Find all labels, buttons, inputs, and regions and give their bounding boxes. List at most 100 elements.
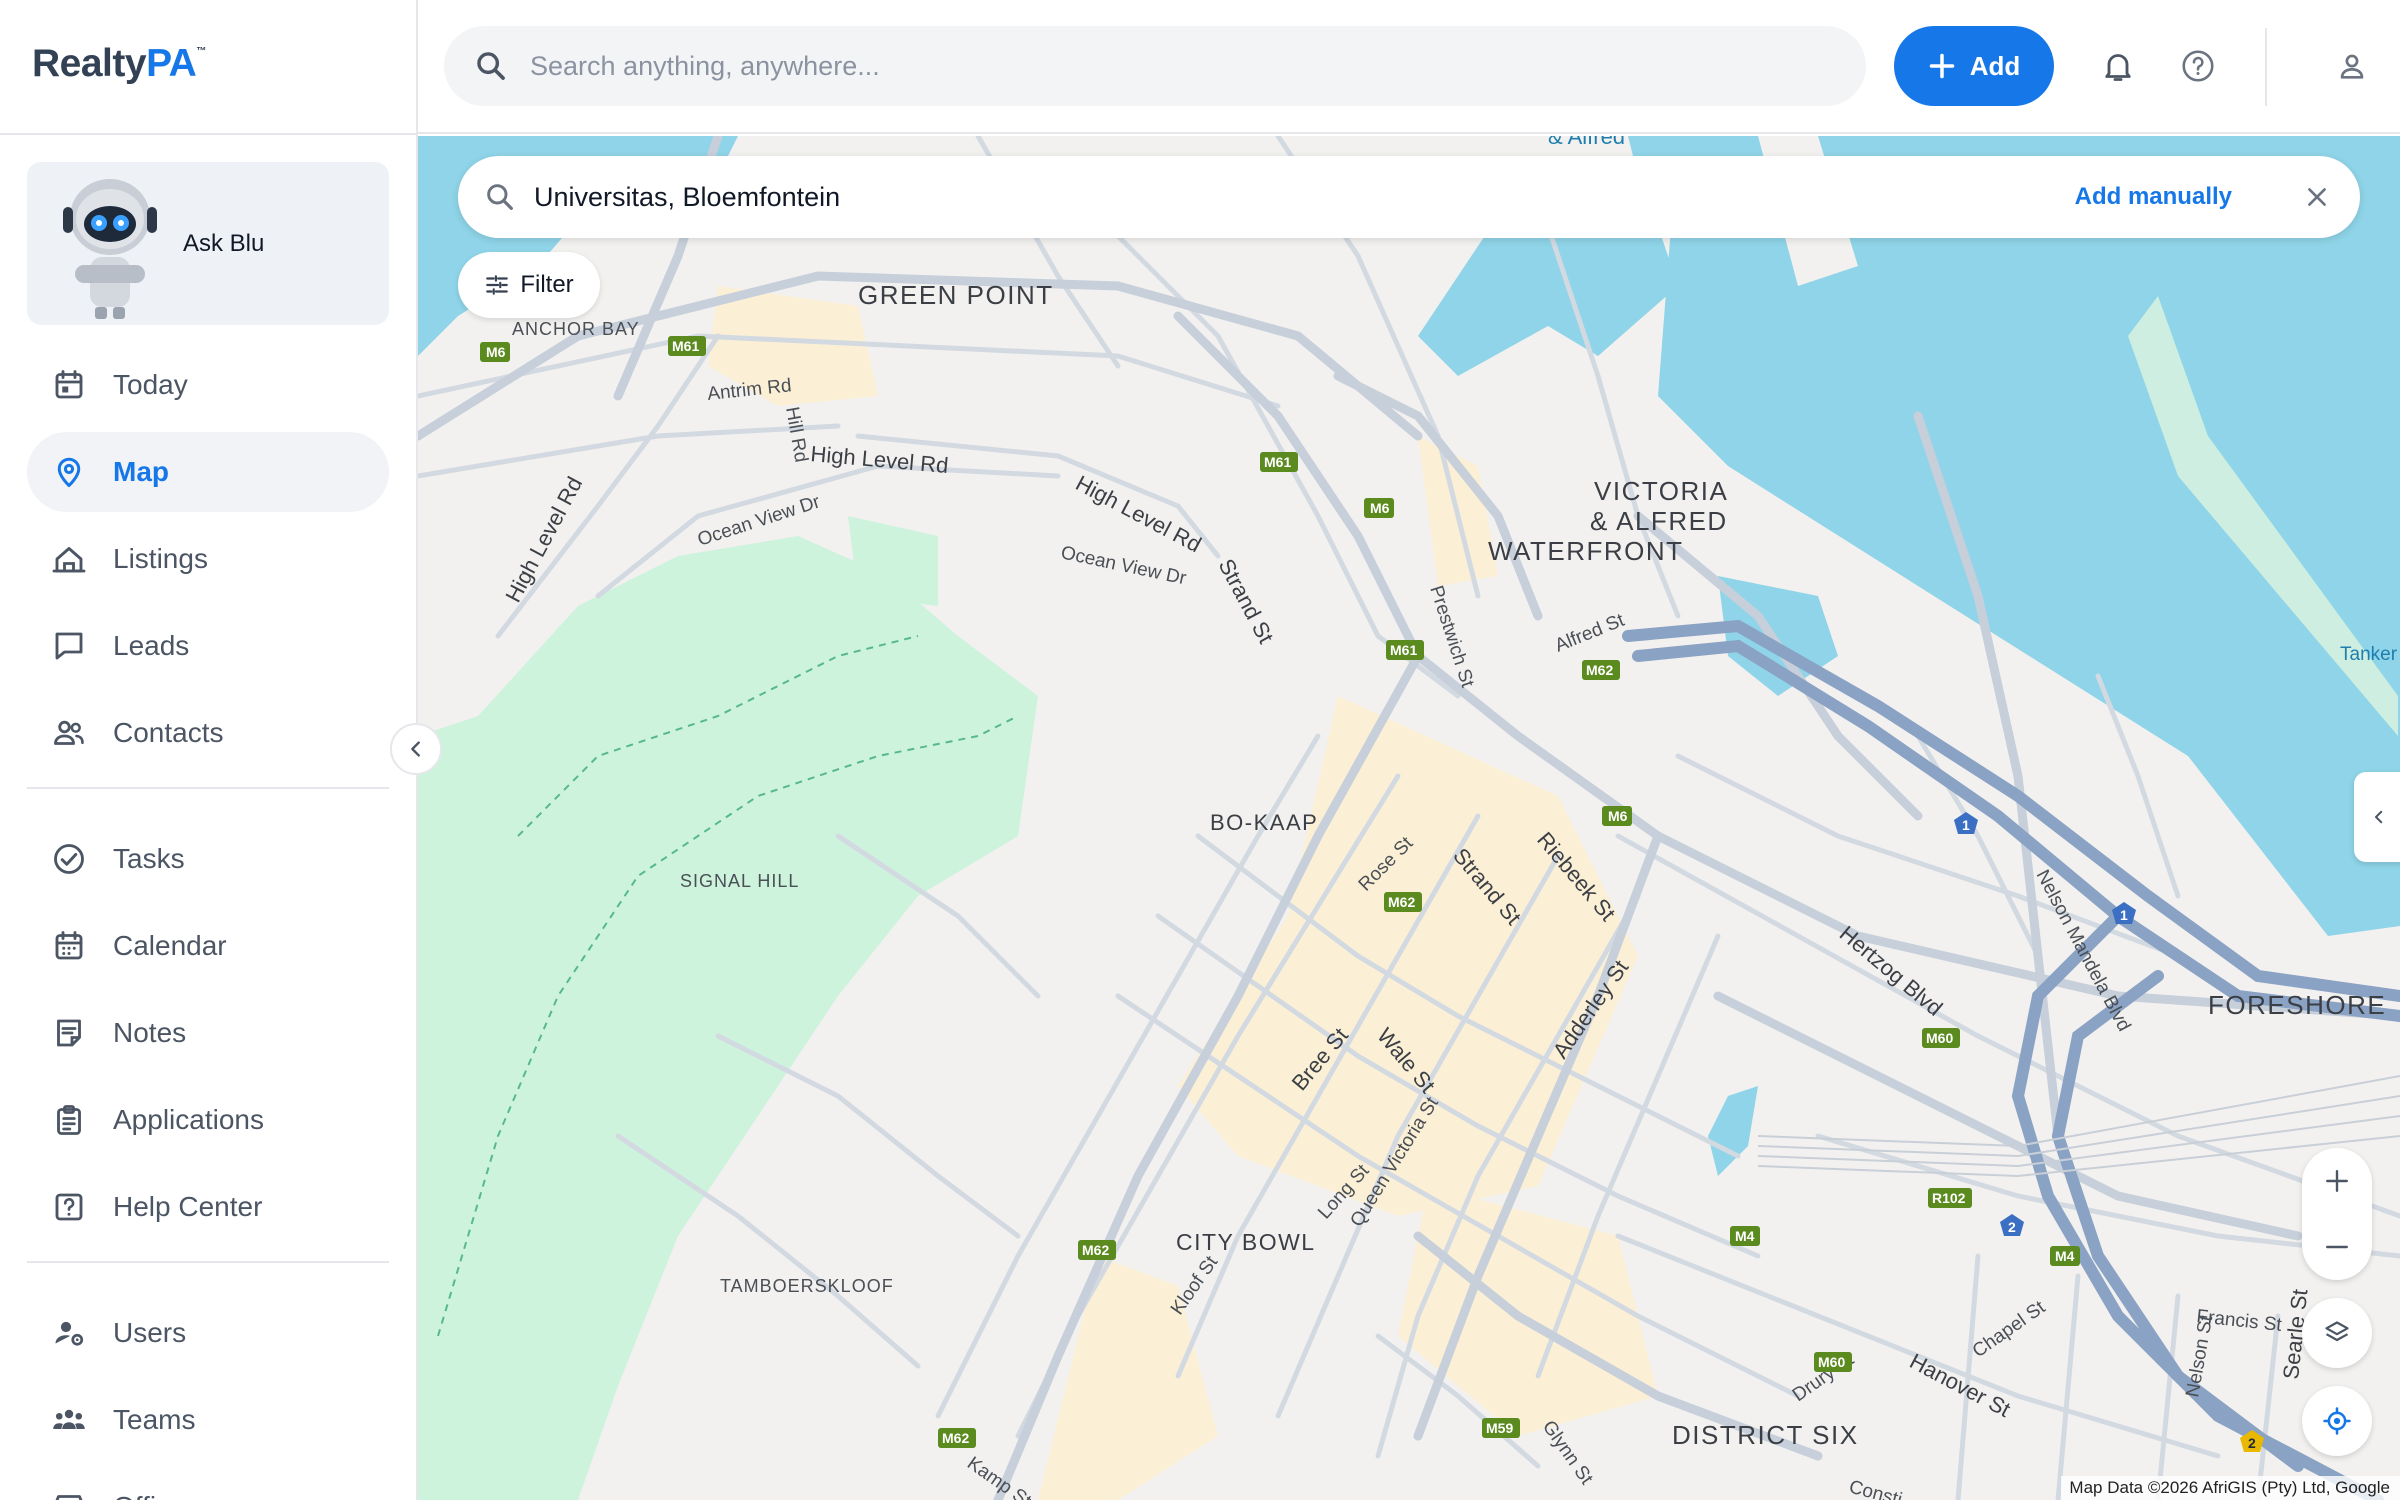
svg-text:2: 2: [2248, 1435, 2256, 1451]
map-label-va-3: WATERFRONT: [1488, 536, 1684, 566]
calendar-today-icon: [49, 365, 89, 405]
sidebar: RealtyPA™ Ask Blu Today Map Listings Lea…: [0, 0, 418, 1500]
blu-robot-avatar: [55, 169, 165, 319]
realtypa-logo[interactable]: RealtyPA™: [32, 42, 206, 86]
map-label-va-2: & ALFRED: [1590, 506, 1728, 536]
sidebar-item-label: Tasks: [113, 843, 185, 874]
sidebar-item-label: Listings: [113, 543, 208, 574]
svg-text:2: 2: [2008, 1219, 2016, 1235]
sidebar-item-label: Map: [113, 456, 169, 487]
shield-m60-b: M60: [1814, 1352, 1852, 1372]
ask-blu-card[interactable]: Ask Blu: [27, 162, 389, 325]
sidebar-item-label: Leads: [113, 630, 190, 661]
sidebar-item-map[interactable]: Map: [27, 432, 389, 512]
chat-bubble-icon: [49, 626, 89, 666]
listings-house-icon: [49, 539, 89, 579]
location-search-input[interactable]: Universitas, Bloemfontein Add manually: [458, 156, 2360, 238]
map-label-green-point: GREEN POINT: [858, 280, 1054, 310]
sidebar-item-label: Applications: [113, 1104, 264, 1135]
shield-m60-a: M60: [1922, 1028, 1960, 1048]
contacts-icon: [49, 713, 89, 753]
shield-n1-a: 1: [1954, 812, 1978, 834]
shield-m62-b: M62: [1384, 892, 1422, 912]
road-label-glynn: Glynn St: [1538, 1417, 1597, 1489]
filter-button[interactable]: Filter: [458, 252, 600, 318]
sidebar-item-applications[interactable]: Applications: [27, 1080, 389, 1160]
zoom-in-button[interactable]: [2302, 1148, 2372, 1214]
app-root: RealtyPA™ Ask Blu Today Map Listings Lea…: [0, 0, 2400, 1500]
sidebar-item-users[interactable]: Users: [27, 1293, 389, 1373]
sidebar-item-contacts[interactable]: Contacts: [27, 693, 389, 773]
map-label-city-bowl: CITY BOWL: [1176, 1229, 1316, 1255]
road-label-kamp: Kamp St: [963, 1453, 1035, 1500]
sidebar-item-label: Notes: [113, 1017, 187, 1048]
teams-icon: [49, 1400, 89, 1440]
sidebar-item-teams[interactable]: Teams: [27, 1380, 389, 1460]
logo-main: Realty: [32, 42, 147, 85]
canal-water: [1708, 1086, 1758, 1176]
svg-text:M60: M60: [1818, 1354, 1845, 1370]
add-button-label: Add: [1969, 50, 2021, 81]
expand-panel-button[interactable]: [2354, 772, 2400, 862]
crosshair-location-icon: [2323, 1407, 2351, 1435]
add-button[interactable]: Add: [1894, 26, 2054, 106]
zoom-out-button[interactable]: [2302, 1214, 2372, 1280]
shield-m61-c: M61: [1386, 640, 1424, 660]
notes-icon: [49, 1013, 89, 1053]
global-search-input[interactable]: Search anything, anywhere...: [444, 26, 1866, 106]
filter-label: Filter: [520, 271, 574, 298]
map-label-va-1: VICTORIA: [1594, 476, 1728, 506]
svg-text:1: 1: [1962, 817, 1970, 833]
road-label-chapel: Chapel St: [1969, 1297, 2050, 1362]
map-label-tamboerskloof: TAMBOERSKLOOF: [720, 1276, 894, 1296]
road-label-hill: Hill Rd: [781, 405, 811, 464]
sidebar-item-notes[interactable]: Notes: [27, 993, 389, 1073]
my-location-button[interactable]: [2302, 1386, 2372, 1456]
map-canvas[interactable]: GREEN POINT ANCHOR BAY VICTORIA & ALFRED…: [418, 136, 2400, 1500]
map-view[interactable]: GREEN POINT ANCHOR BAY VICTORIA & ALFRED…: [418, 136, 2400, 1500]
collapse-sidebar-button[interactable]: [390, 723, 442, 775]
svg-text:R102: R102: [1932, 1190, 1966, 1206]
map-label-bo-kaap: BO-KAAP: [1210, 810, 1318, 835]
sliders-icon: [486, 275, 509, 295]
svg-text:M62: M62: [1388, 894, 1415, 910]
svg-text:1: 1: [2120, 907, 2128, 923]
sidebar-item-calendar[interactable]: Calendar: [27, 906, 389, 986]
park-patch: [848, 516, 938, 606]
sidebar-item-offices[interactable]: Offices: [27, 1467, 389, 1500]
profile-button[interactable]: [2328, 42, 2376, 90]
map-layers-button[interactable]: [2302, 1298, 2372, 1368]
search-icon: [487, 184, 513, 210]
sidebar-item-leads[interactable]: Leads: [27, 606, 389, 686]
help-button[interactable]: [2174, 42, 2222, 90]
sidebar-divider: [27, 787, 389, 789]
sidebar-nav: Today Map Listings Leads Contacts Tasks Calen…: [27, 345, 389, 1500]
map-label-foreshore: FORESHORE: [2208, 990, 2386, 1020]
notifications-button[interactable]: [2094, 42, 2142, 90]
sidebar-item-today[interactable]: Today: [27, 345, 389, 425]
svg-text:M62: M62: [942, 1430, 969, 1446]
sidebar-item-label: Offices: [113, 1491, 200, 1500]
search-placeholder: Search anything, anywhere...: [530, 50, 880, 81]
shield-m61-a: M61: [668, 336, 706, 356]
sidebar-divider: [27, 1261, 389, 1263]
bell-icon: [2105, 54, 2131, 81]
sidebar-item-listings[interactable]: Listings: [27, 519, 389, 599]
road-label-high-level-1: High Level Rd: [810, 441, 950, 478]
logo-accent: PA: [146, 42, 197, 85]
sidebar-header-divider: [0, 133, 416, 135]
road-label-alfred: Alfred St: [1552, 610, 1628, 657]
svg-text:M61: M61: [1264, 454, 1291, 470]
help-circle-icon: [2182, 50, 2214, 82]
road-label-hanover: Hanover St: [1906, 1348, 2015, 1422]
svg-text:M4: M4: [2055, 1248, 2075, 1264]
sidebar-item-help-center[interactable]: Help Center: [27, 1167, 389, 1247]
shield-m6-a: M6: [480, 342, 510, 362]
sidebar-item-tasks[interactable]: Tasks: [27, 819, 389, 899]
clear-search-button[interactable]: [2300, 180, 2334, 214]
add-manually-link[interactable]: Add manually: [2075, 183, 2232, 211]
shield-m4-b: M4: [2050, 1246, 2080, 1266]
map-attribution: Map Data ©2026 AfriGIS (Pty) Ltd, Google: [2061, 1476, 2400, 1500]
topbar-divider: [2265, 28, 2267, 106]
svg-text:M62: M62: [1082, 1242, 1109, 1258]
